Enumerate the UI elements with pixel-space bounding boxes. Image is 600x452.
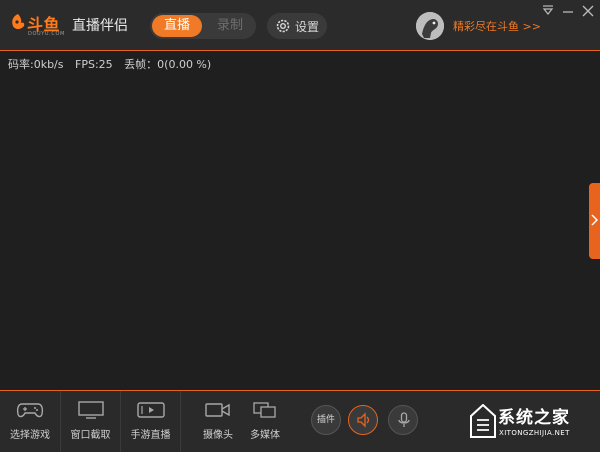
- app-title: 直播伴侣: [72, 18, 128, 34]
- select-game-label: 选择游戏: [10, 430, 50, 441]
- settings-button[interactable]: 设置: [267, 13, 327, 39]
- divider: [180, 391, 181, 452]
- record-mode-button[interactable]: 录制: [206, 15, 254, 37]
- microphone-button[interactable]: [388, 405, 418, 435]
- watermark-title: 系统之家: [498, 408, 570, 428]
- window-capture-button[interactable]: 窗口截取: [61, 391, 120, 452]
- avatar-icon: [416, 12, 444, 40]
- settings-label: 设置: [295, 20, 320, 34]
- select-game-button[interactable]: 选择游戏: [0, 391, 60, 452]
- mode-toggle: 直播 录制: [150, 13, 256, 39]
- app-window: 斗鱼 DOUYU.COM 直播伴侣 直播 录制 设置 精彩尽在斗鱼 >> 码率:…: [0, 0, 600, 452]
- speaker-icon: [357, 412, 370, 428]
- dropped-frames-stat: 丢帧：0(0.00 %): [124, 58, 212, 71]
- camera-button[interactable]: 摄像头: [190, 391, 246, 452]
- logo-subtext: DOUYU.COM: [28, 31, 65, 37]
- douyu-logo: 斗鱼 DOUYU.COM: [10, 9, 70, 41]
- close-icon[interactable]: [581, 4, 595, 18]
- promo-link[interactable]: 精彩尽在斗鱼 >>: [453, 18, 541, 34]
- mobile-play-icon: [136, 402, 165, 418]
- preview-area: [0, 72, 589, 388]
- camera-label: 摄像头: [203, 430, 233, 441]
- watermark-subtitle: XITONGZHIJIA.NET: [499, 429, 570, 437]
- house-logo-icon: [470, 404, 496, 438]
- gamepad-icon: [16, 403, 44, 418]
- monitor-icon: [77, 401, 104, 419]
- site-watermark: 系统之家 XITONGZHIJIA.NET: [470, 400, 600, 451]
- volume-button[interactable]: [348, 405, 378, 435]
- multimedia-button[interactable]: 多媒体: [240, 391, 290, 452]
- minimize-icon[interactable]: [561, 4, 575, 18]
- gear-icon: [276, 19, 290, 33]
- mobile-live-label: 手游直播: [130, 430, 171, 441]
- multimedia-icon: [253, 402, 276, 418]
- dropdown-icon[interactable]: [541, 4, 555, 18]
- avatar[interactable]: [416, 12, 444, 40]
- multimedia-label: 多媒体: [250, 430, 280, 441]
- title-bar: 斗鱼 DOUYU.COM 直播伴侣 直播 录制 设置 精彩尽在斗鱼 >>: [0, 0, 600, 51]
- fish-logo-icon: [12, 14, 25, 29]
- bitrate-stat: 码率:0kb/s: [8, 58, 64, 71]
- chevron-right-icon: [591, 214, 598, 226]
- microphone-icon: [398, 412, 410, 427]
- fps-stat: FPS:25: [75, 58, 113, 71]
- window-capture-label: 窗口截取: [70, 430, 111, 441]
- video-camera-icon: [205, 403, 230, 417]
- stream-stats: 码率:0kb/s FPS:25 丢帧：0(0.00 %): [8, 56, 219, 72]
- mobile-live-button[interactable]: 手游直播: [121, 391, 180, 452]
- plugin-button[interactable]: 插件: [311, 405, 341, 435]
- live-mode-button[interactable]: 直播: [152, 15, 202, 37]
- side-panel-toggle[interactable]: [589, 183, 600, 259]
